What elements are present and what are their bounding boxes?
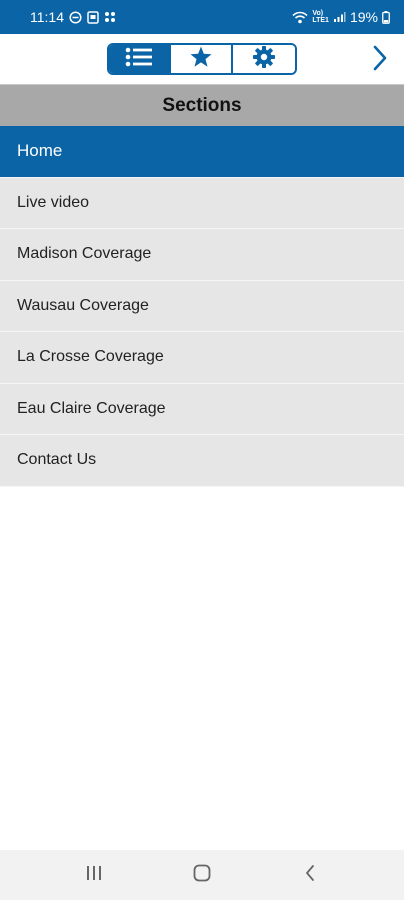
section-item-label: Eau Claire Coverage [17,399,166,417]
status-bar: 11:14 Vo) LTE1 19% [0,0,404,34]
tab-sections-list[interactable] [109,45,171,73]
section-item-madison-coverage[interactable]: Madison Coverage [0,229,404,281]
sections-header: Sections [0,84,404,126]
section-item-eau-claire-coverage[interactable]: Eau Claire Coverage [0,383,404,435]
wifi-icon [292,11,308,24]
battery-percent: 19% [349,9,378,25]
toolbar [0,34,404,84]
network-label: Vo) LTE1 [312,10,329,24]
chevron-right-icon [372,45,388,76]
section-item-live-video[interactable]: Live video [0,177,404,229]
battery-icon [382,10,390,24]
status-time: 11:14 [30,9,64,25]
section-item-label: Live video [17,193,90,211]
back-icon [304,864,316,887]
tab-favorites[interactable] [171,45,233,73]
section-item-label: Home [17,141,63,161]
notification-card-icon [87,10,99,24]
status-right: Vo) LTE1 19% [292,9,390,25]
do-not-disturb-icon [69,10,82,24]
section-item-label: La Crosse Coverage [17,348,164,366]
next-button[interactable] [368,45,392,76]
section-item-label: Contact Us [17,451,97,469]
gear-icon [252,45,276,73]
status-left: 11:14 [30,9,116,25]
sections-title: Sections [162,94,242,116]
section-item-wausau-coverage[interactable]: Wausau Coverage [0,280,404,332]
recents-icon [85,865,103,886]
home-icon [193,864,211,887]
signal-icon [333,11,346,23]
home-button[interactable] [182,855,222,895]
tab-settings[interactable] [233,45,295,73]
section-item-label: Wausau Coverage [17,296,149,314]
system-nav-bar [0,850,404,900]
section-item-home[interactable]: Home [0,126,404,178]
view-segmented-control [107,43,297,75]
back-button[interactable] [290,855,330,895]
section-item-contact-us[interactable]: Contact Us [0,435,404,487]
list-icon [124,46,154,73]
section-item-la-crosse-coverage[interactable]: La Crosse Coverage [0,332,404,384]
apps-grid-icon [104,11,116,23]
sections-list: Home Live video Madison Coverage Wausau … [0,126,404,487]
star-icon [189,45,213,73]
section-item-label: Madison Coverage [17,245,152,263]
recents-button[interactable] [74,855,114,895]
